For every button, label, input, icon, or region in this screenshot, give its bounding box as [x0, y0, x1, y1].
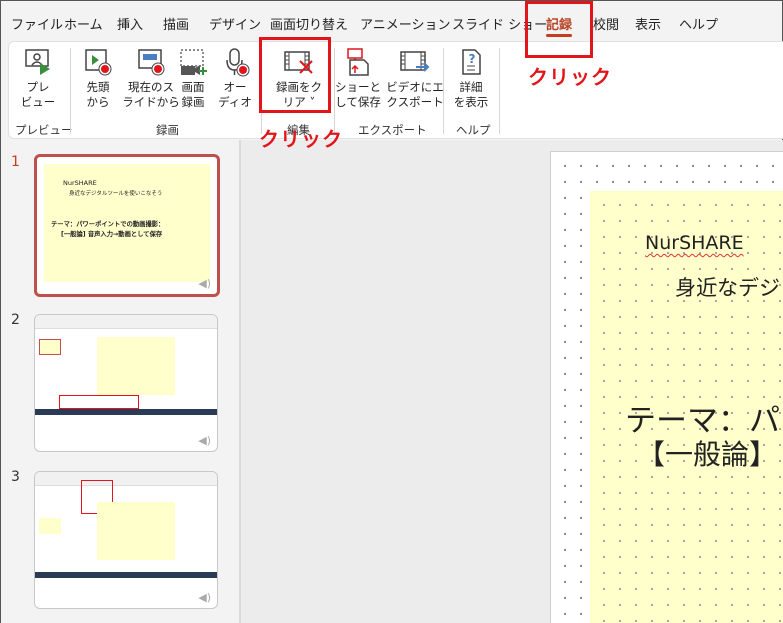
preview-button[interactable]: プレ ビュー — [17, 46, 59, 110]
annotation-click-clear: クリック — [259, 127, 343, 151]
slide-theme-line2[interactable]: 【一般論】 — [637, 433, 777, 473]
show-details-button[interactable]: ? 詳細 を表示 — [449, 46, 493, 110]
group-label-record: 録画 — [156, 123, 179, 137]
tab-view[interactable]: 表示 — [635, 14, 661, 33]
group-separator — [443, 48, 444, 134]
preview-icon — [25, 49, 50, 75]
tab-review[interactable]: 校閲 — [593, 14, 619, 33]
mini-taskbar — [35, 409, 217, 415]
slide-title[interactable]: NurSHARE — [645, 232, 744, 254]
export-video-icon — [400, 51, 430, 72]
group-label-export: エクスポート — [358, 123, 427, 137]
screen-recording-icon — [180, 49, 207, 75]
highlight-clear-recording — [259, 37, 331, 113]
tab-insert[interactable]: 挿入 — [117, 14, 143, 33]
ribbon: プレ ビュー プレビュー 先頭 から 現在のス ライドから 画面 録画 オー デ… — [8, 41, 783, 139]
slide-number: 2 — [11, 312, 20, 328]
mini-ribbon — [35, 315, 217, 329]
save-as-show-icon — [347, 48, 369, 76]
audio-recording-button[interactable]: オー ディオ — [215, 46, 255, 110]
record-from-current-icon — [138, 49, 165, 76]
microphone-icon — [226, 48, 250, 77]
mini-highlight-box — [59, 395, 139, 409]
tab-help[interactable]: ヘルプ — [679, 14, 718, 33]
mini-slide — [97, 337, 175, 395]
slide-theme-line1: テーマ：パワーポイントでの動画撮影： — [51, 221, 165, 228]
tab-design[interactable]: デザイン — [209, 14, 261, 33]
audio-speaker-icon: ◀) — [198, 434, 211, 447]
mini-slide — [97, 502, 175, 560]
slide-number: 3 — [11, 469, 20, 485]
tab-transitions[interactable]: 画面切り替え — [270, 14, 348, 33]
record-from-start-button[interactable]: 先頭 から — [79, 46, 117, 110]
slide-subtitle[interactable]: 身近なデジ — [675, 272, 780, 302]
slide-subtitle: 身近なデジタルツールを使いこなそう — [69, 191, 163, 197]
slide-thumbnail-2[interactable]: ◀) — [34, 314, 218, 452]
slide-title: NurSHARE — [63, 179, 97, 187]
slide-theme-line2: [一般論] 音声入力→動画として保存 — [61, 231, 163, 238]
export-video-button[interactable]: ビデオにエ クスポート — [383, 46, 447, 110]
group-label-help: ヘルプ — [456, 123, 491, 137]
audio-speaker-icon: ◀) — [198, 277, 211, 290]
help-details-icon: ? — [462, 49, 481, 75]
slide-thumbnail-3[interactable]: ◀) — [34, 471, 218, 609]
annotation-click-record: クリック — [528, 65, 612, 89]
tab-home[interactable]: ホーム — [64, 14, 103, 33]
group-label-preview: プレビュー — [15, 123, 73, 137]
mini-thumbnail — [39, 339, 61, 355]
mini-ribbon — [35, 472, 217, 486]
tab-file[interactable]: ファイル — [11, 14, 63, 33]
audio-speaker-icon: ◀) — [198, 591, 211, 604]
tab-animations[interactable]: アニメーション — [360, 14, 450, 33]
slide-number: 1 — [11, 154, 20, 170]
svg-text:?: ? — [469, 52, 476, 66]
mini-thumbnail — [39, 518, 61, 534]
menu-bar: ファイル ホーム 挿入 描画 デザイン 画面切り替え アニメーション スライド … — [1, 1, 782, 41]
group-separator — [499, 48, 500, 134]
mini-taskbar — [35, 572, 217, 578]
group-separator — [70, 48, 71, 134]
save-as-show-button[interactable]: ショーと して保存 — [334, 46, 382, 110]
highlight-record-tab — [525, 1, 593, 58]
record-from-start-icon — [85, 49, 112, 76]
screen-recording-button[interactable]: 画面 録画 — [173, 46, 213, 110]
tab-draw[interactable]: 描画 — [163, 14, 189, 33]
slide-thumbnail-1[interactable]: NurSHARE 身近なデジタルツールを使いこなそう テーマ：パワーポイントでの… — [34, 154, 220, 297]
